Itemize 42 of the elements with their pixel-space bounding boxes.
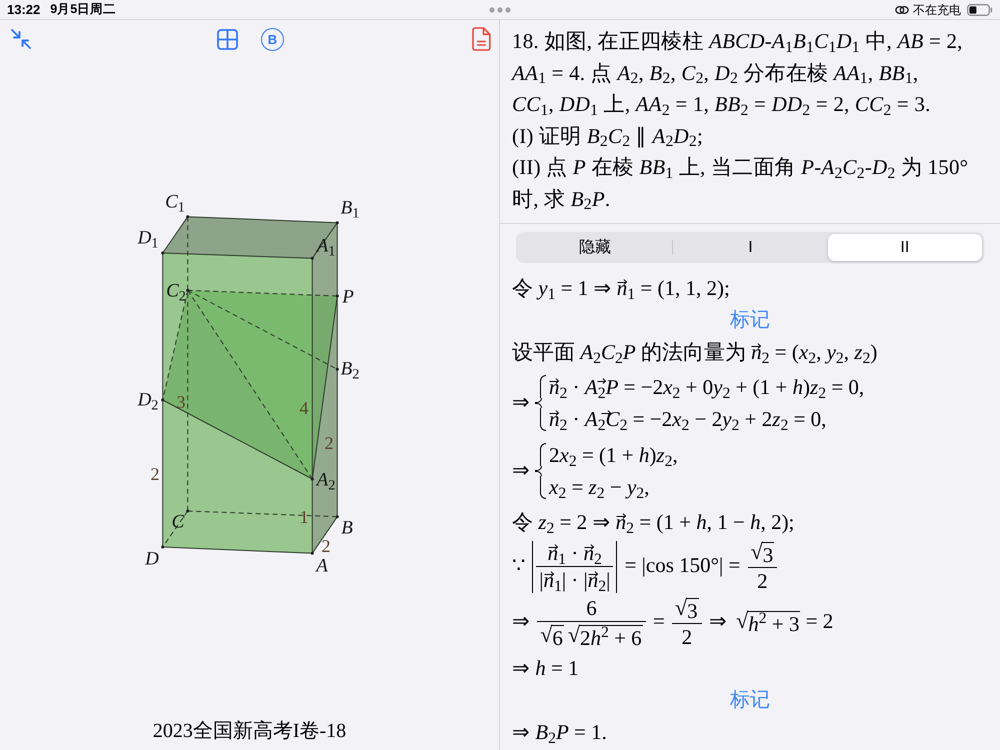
vertex-label: B$_{2}$ xyxy=(340,360,360,378)
grid-icon[interactable] xyxy=(217,28,238,50)
length-label: 3 xyxy=(176,393,186,411)
segment-tab[interactable]: II xyxy=(828,234,982,261)
vertex-label: C$_{2}$ xyxy=(166,282,186,300)
vertex-label: C$_{1}$ xyxy=(165,192,185,212)
status-time: 13:22 xyxy=(7,3,40,16)
length-label: 1 xyxy=(300,508,308,526)
document-icon[interactable] xyxy=(472,27,491,51)
charging-status: 不在充电 xyxy=(913,4,961,16)
solution-line: ⇒ B$_{2}$P = 1. xyxy=(512,719,608,749)
figure-caption: 2023全国新高考I卷-18 xyxy=(152,719,346,743)
length-label: 2 xyxy=(324,434,334,452)
vertex-label: B$_{1}$ xyxy=(340,198,360,218)
status-date: 9月5日周二 xyxy=(50,3,116,16)
vertex-label: P xyxy=(342,288,354,306)
solution-line: 令 z$_{2}$ = 2 ⇒ n$_{2}$ = (1 + h, 1 − h, 2); xyxy=(512,509,796,539)
solution-line: ⇒ h = 1 xyxy=(512,655,580,682)
link-icon xyxy=(895,4,909,14)
circled-b-button[interactable]: B xyxy=(261,28,284,50)
problem-text: (II) 点 P 在棱 BB$_{1}$ 上, 当二面角 P-A$_{2}$C$_{2}$-D$_{2}$ 为 150° 时, 求 B$_{2}$P. xyxy=(512,154,970,215)
length-label: 2 xyxy=(322,537,330,555)
battery-icon xyxy=(967,4,993,16)
shrink-arrows-icon[interactable] xyxy=(10,28,32,50)
vertex-label: A$_{2}$ xyxy=(316,470,336,490)
formula-line: ⇒ 6 √6 √2h$^{2}$ + 6 = √3 2 ⇒ √h$^{2}$ + 3 = 2 xyxy=(512,595,834,651)
formula-line: ∵ n$_{1}$ · n$_{2}$ |n$_{1}$| · |n$_{2}$| = |cos 150°| = √3 2 xyxy=(512,539,988,595)
vertex-label: A xyxy=(316,556,328,576)
segment-tab[interactable]: 隐藏 xyxy=(518,234,672,261)
problem-text: (I) 证明 B$_{2}$C$_{2}$ ∥ A$_{2}$D$_{2}$; xyxy=(512,122,704,152)
problem-text: 18. 如图, 在正四棱柱 ABCD-A$_{1}$B$_{1}$C$_{1}$D$_{1}$ 中, AB = 2, AA$_{1}$ = 4. 点 A$_{2}$, B$_{2}$, C$_{2}$, D$_{2}$ 分布在棱 AA$_{1}$, BB$_{1}$, CC$_{1}$, DD$_{1}$ 上, AA$_{2}$ = 1, BB$_{2}$ = DD$_{2}$ = 2, CC$_{2}$ = 3. xyxy=(512,28,964,120)
solution-line: 设平面 A$_{2}$C$_{2}$P 的法向量为 n$_{2}$ = (x$_{2}$, y$_{2}$, z$_{2}$) xyxy=(512,339,878,369)
segment-tab[interactable]: I xyxy=(673,234,828,261)
vertex-label: B xyxy=(341,518,353,538)
length-label: 4 xyxy=(300,399,308,417)
vertex-label: C xyxy=(172,512,184,532)
vertex-label: D$_{2}$ xyxy=(138,390,158,410)
length-label: 2 xyxy=(150,465,160,483)
solution-line: 令 y$_{1}$ = 1 ⇒ n$_{1}$ = (1, 1, 2); xyxy=(512,275,731,305)
vertex-label: D xyxy=(145,550,159,568)
vertex-label: D$_{1}$ xyxy=(138,228,158,248)
more-dots-icon[interactable] xyxy=(489,6,511,12)
